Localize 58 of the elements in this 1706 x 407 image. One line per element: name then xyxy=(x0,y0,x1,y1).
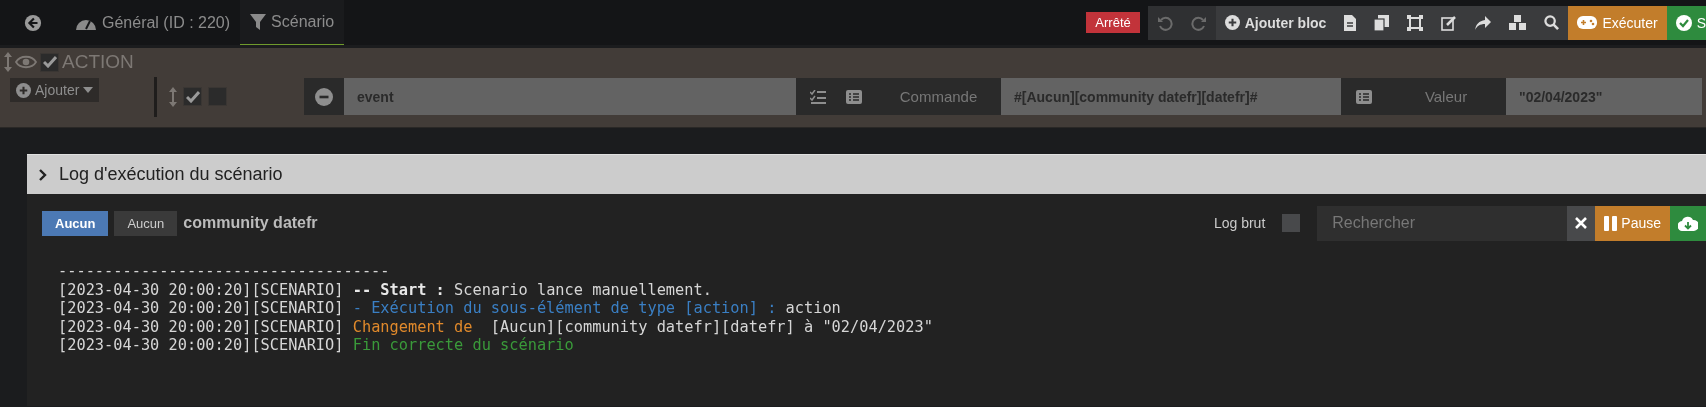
minus-circle-icon[interactable] xyxy=(315,87,333,106)
cubes-icon xyxy=(1509,14,1527,31)
add-block-button[interactable]: Ajouter bloc xyxy=(1215,5,1336,40)
copy-icon xyxy=(1374,14,1390,31)
file-icon xyxy=(1344,14,1357,31)
value-field[interactable]: "02/04/2023" xyxy=(1506,78,1702,115)
panel-title: Log d'exécution du scénario xyxy=(59,164,283,185)
plus-circle-icon xyxy=(16,82,31,98)
list-icon[interactable] xyxy=(846,89,862,104)
block-title: ACTION xyxy=(62,51,134,73)
tab[interactable]: Général (ID : 220) xyxy=(65,0,241,45)
download-button[interactable] xyxy=(1670,205,1706,241)
expression-field[interactable]: event xyxy=(344,78,796,115)
drag-handle-icon[interactable] xyxy=(4,52,12,72)
log-line: [2023-04-30 20:00:20][SCENARIO] -- Start : Scenario lance manuellement. xyxy=(58,280,713,299)
field-label: Commande xyxy=(876,78,1001,115)
filter-button[interactable]: Aucun xyxy=(42,210,109,236)
chevron-icon[interactable] xyxy=(39,168,47,181)
filter-button[interactable]: Aucun xyxy=(114,210,178,236)
checkbox[interactable] xyxy=(183,87,202,106)
caret-icon xyxy=(83,87,94,93)
edit-icon xyxy=(1441,14,1458,31)
pause-icon xyxy=(1604,215,1618,231)
plus-circle-icon xyxy=(1224,15,1240,30)
pause-button[interactable]: Pause xyxy=(1595,205,1670,241)
check-circle-icon xyxy=(1675,14,1692,31)
add-dropdown-button[interactable]: Ajouter xyxy=(10,78,100,102)
share-arrow-icon xyxy=(1475,15,1492,30)
field-label: Valeur xyxy=(1386,78,1506,115)
raw-log-label: Log brut xyxy=(1213,215,1266,231)
cloud-download-icon xyxy=(1678,215,1698,231)
checkbox[interactable] xyxy=(40,52,59,72)
command-field[interactable]: #[Aucun][community datefr][datefr]# xyxy=(1001,78,1341,115)
search-field[interactable]: Rechercher xyxy=(1317,205,1568,241)
frame-icon xyxy=(1407,14,1424,31)
log-line: ------------------------------------ xyxy=(58,262,391,281)
checkbox[interactable] xyxy=(1282,214,1301,232)
filter-icon xyxy=(250,13,267,31)
search-icon xyxy=(1544,15,1560,30)
drag-handle-icon[interactable] xyxy=(169,86,177,107)
eye-icon[interactable] xyxy=(15,55,37,69)
clear-icon xyxy=(1575,217,1588,229)
log-line: [2023-04-30 20:00:20][SCENARIO] - Exécution du sous-élément de type [action] : action xyxy=(58,299,842,318)
object-name: community datefr xyxy=(183,214,318,232)
back-icon[interactable] xyxy=(23,13,42,32)
execute-button[interactable]: Exécuter xyxy=(1568,5,1667,40)
clear-button[interactable] xyxy=(1567,205,1596,241)
checklist-icon[interactable] xyxy=(810,89,826,104)
tab[interactable]: Scénario xyxy=(240,0,345,45)
log-line: [2023-04-30 20:00:20][SCENARIO] Changement de [Aucun][community datefr][datefr] à "02/04/2023" xyxy=(58,317,934,336)
remove-button[interactable] xyxy=(304,78,344,115)
undo-icon xyxy=(1156,14,1173,31)
redo-icon xyxy=(1190,14,1207,31)
list-icon[interactable] xyxy=(1355,89,1372,104)
log-line: [2023-04-30 20:00:20][SCENARIO] Fin correcte du scénario xyxy=(58,336,575,355)
gamepad-icon xyxy=(1577,16,1598,29)
status-badge: Arrêté xyxy=(1086,12,1140,33)
save-button[interactable]: S xyxy=(1666,5,1706,40)
